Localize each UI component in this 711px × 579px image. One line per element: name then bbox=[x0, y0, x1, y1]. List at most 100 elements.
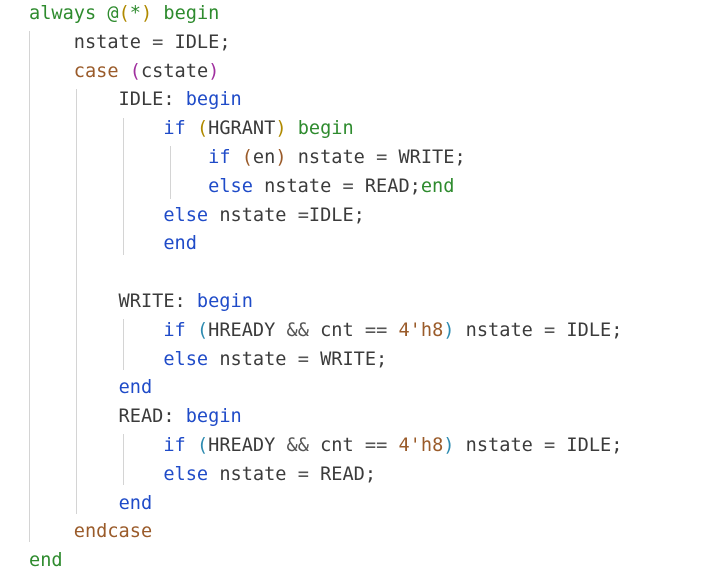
code-token: nstate bbox=[29, 31, 153, 53]
code-token: = bbox=[297, 204, 309, 226]
code-token: ( bbox=[241, 147, 253, 168]
code-token: ( bbox=[196, 118, 209, 140]
code-token: nstate bbox=[208, 348, 298, 370]
code-token: = bbox=[297, 348, 309, 370]
code-token: nstate bbox=[252, 175, 343, 197]
code-line[interactable]: always @(*) begin bbox=[29, 0, 219, 29]
code-line[interactable]: case (cstate) bbox=[29, 58, 220, 87]
code-token: end bbox=[118, 377, 153, 399]
code-token: = bbox=[342, 175, 354, 197]
code-token: nstate bbox=[454, 435, 545, 456]
code-token: WRITE; bbox=[387, 147, 466, 168]
code-token: ) bbox=[140, 3, 153, 24]
code-token: ) bbox=[275, 147, 287, 168]
code-line[interactable]: else nstate = READ;end bbox=[29, 173, 454, 202]
code-token: if bbox=[208, 147, 231, 168]
code-line[interactable]: nstate = IDLE; bbox=[29, 29, 231, 58]
code-token: @ bbox=[107, 3, 119, 24]
code-token: cstate bbox=[140, 60, 209, 82]
code-token: HGRANT bbox=[208, 118, 276, 140]
code-token: if bbox=[163, 118, 186, 140]
code-token: == bbox=[364, 319, 388, 341]
code-token: 4'h8 bbox=[398, 435, 444, 456]
code-token: end bbox=[163, 233, 197, 255]
code-token: ) bbox=[275, 118, 287, 140]
code-token: end bbox=[420, 175, 455, 197]
code-token: ( bbox=[118, 3, 130, 24]
code-line[interactable]: end bbox=[29, 490, 153, 519]
code-token: IDLE: bbox=[29, 89, 186, 111]
code-token: HREADY bbox=[208, 319, 287, 341]
code-token: WRITE; bbox=[308, 348, 388, 370]
code-line[interactable]: endcase bbox=[29, 518, 152, 547]
code-token: && bbox=[286, 319, 309, 341]
code-token: nstate bbox=[286, 147, 377, 168]
code-token: WRITE: bbox=[29, 291, 197, 312]
code-token: IDLE; bbox=[308, 204, 365, 226]
code-token: nstate bbox=[208, 204, 298, 226]
code-token: en bbox=[252, 147, 276, 168]
code-token: nstate bbox=[454, 319, 545, 341]
code-token: if bbox=[163, 319, 186, 341]
code-token: ) bbox=[443, 435, 455, 456]
code-token: begin bbox=[196, 291, 253, 312]
code-token: && bbox=[286, 435, 309, 456]
code-line[interactable]: else nstate = READ; bbox=[29, 461, 376, 490]
code-token: case bbox=[73, 60, 119, 82]
code-token: * bbox=[129, 3, 141, 24]
code-token: ( bbox=[196, 319, 209, 341]
code-token: IDLE; bbox=[163, 31, 231, 53]
code-token: nstate bbox=[208, 463, 298, 485]
code-line[interactable]: if (HREADY && cnt == 4'h8) nstate = IDLE… bbox=[29, 317, 622, 346]
code-line[interactable]: if (en) nstate = WRITE; bbox=[29, 144, 466, 173]
code-line[interactable]: end bbox=[29, 374, 153, 403]
code-token: = bbox=[297, 463, 309, 485]
code-token: = bbox=[544, 435, 556, 456]
code-token: READ; bbox=[308, 463, 377, 485]
code-token: cnt bbox=[308, 319, 365, 341]
code-token: IDLE; bbox=[555, 435, 623, 456]
code-line[interactable]: end bbox=[29, 547, 63, 576]
code-line[interactable]: WRITE: begin bbox=[29, 288, 253, 317]
code-line[interactable]: end bbox=[29, 230, 197, 259]
code-token: else bbox=[163, 204, 209, 226]
code-line[interactable]: else nstate = WRITE; bbox=[29, 346, 387, 375]
code-token: begin bbox=[152, 3, 220, 24]
code-token: ( bbox=[129, 60, 141, 82]
code-token: else bbox=[163, 348, 209, 370]
code-line[interactable]: else nstate =IDLE; bbox=[29, 202, 365, 231]
code-token: if bbox=[163, 435, 186, 456]
code-token: READ; bbox=[353, 175, 421, 197]
code-token: begin bbox=[286, 118, 354, 140]
code-token: begin bbox=[185, 89, 242, 111]
code-line[interactable]: if (HREADY && cnt == 4'h8) nstate = IDLE… bbox=[29, 432, 622, 461]
code-token: == bbox=[364, 435, 388, 456]
code-line[interactable]: IDLE: begin bbox=[29, 86, 242, 115]
code-token: else bbox=[163, 463, 209, 485]
code-line[interactable]: if (HGRANT) begin bbox=[29, 115, 354, 144]
code-token: begin bbox=[185, 406, 242, 428]
code-editor[interactable]: always @(*) begin nstate = IDLE; case (c… bbox=[0, 0, 711, 579]
code-token: endcase bbox=[73, 521, 153, 543]
code-token: always bbox=[29, 3, 108, 24]
code-token: IDLE; bbox=[555, 319, 623, 341]
code-token: end bbox=[118, 492, 153, 514]
code-token: = bbox=[544, 319, 556, 341]
code-line[interactable]: READ: begin bbox=[29, 403, 242, 432]
